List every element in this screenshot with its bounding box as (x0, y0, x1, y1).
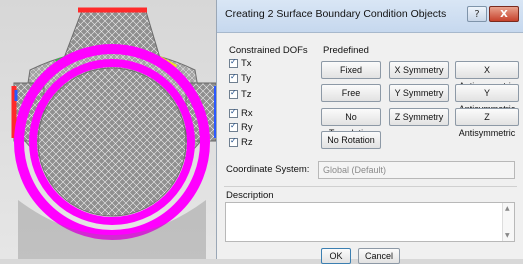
help-button[interactable]: ? (467, 6, 487, 22)
close-button[interactable]: X (489, 6, 519, 22)
dof-label: Tz (241, 89, 252, 100)
fixed-button[interactable]: Fixed (321, 61, 381, 79)
dof-checkbox-ty[interactable]: Ty (229, 72, 252, 84)
description-label: Description (226, 190, 274, 201)
checkbox-box[interactable] (229, 88, 238, 99)
x-antisymmetric-button[interactable]: X Antisymmetric (455, 61, 519, 91)
dof-checkbox-rz[interactable]: Rz (229, 136, 253, 148)
no-rotation-button[interactable]: No Rotation (321, 131, 381, 149)
y-symmetry-button[interactable]: Y Symmetry (389, 84, 449, 102)
dof-label: Rz (241, 137, 253, 148)
bore-mesh (37, 67, 187, 217)
checkbox-box[interactable] (229, 72, 238, 83)
mesh-model (11, 7, 218, 259)
ok-button[interactable]: OK (321, 248, 351, 264)
dof-label: Ty (241, 73, 252, 84)
boundary-condition-dialog: Creating 2 Surface Boundary Condition Ob… (216, 0, 523, 264)
coordinate-system-value: Global (Default) (323, 165, 387, 175)
dof-label: Ry (241, 122, 253, 133)
coordinate-system-field: Global (Default) (318, 161, 515, 179)
dialog-titlebar: Creating 2 Surface Boundary Condition Ob… (217, 0, 523, 33)
dialog-title: Creating 2 Surface Boundary Condition Ob… (225, 8, 447, 20)
dof-label: Tx (241, 58, 252, 69)
description-textarea[interactable]: ▲ ▼ (225, 202, 515, 242)
dof-checkbox-rx[interactable]: Rx (229, 107, 253, 119)
divider (224, 186, 517, 187)
scroll-down-icon[interactable]: ▼ (505, 232, 510, 239)
checkbox-box[interactable] (229, 57, 238, 68)
dof-label: Rx (241, 108, 253, 119)
description-scrollbar[interactable]: ▲ ▼ (502, 203, 514, 241)
no-translation-button[interactable]: No Translation (321, 108, 381, 138)
checkbox-box[interactable] (229, 121, 238, 132)
z-antisymmetric-button[interactable]: Z Antisymmetric (455, 108, 519, 138)
dof-checkbox-tx[interactable]: Tx (229, 57, 252, 69)
z-symmetry-button[interactable]: Z Symmetry (389, 108, 449, 126)
dof-checkbox-ry[interactable]: Ry (229, 121, 253, 133)
x-symmetry-button[interactable]: X Symmetry (389, 61, 449, 79)
3d-viewport[interactable] (0, 0, 224, 259)
y-antisymmetric-button[interactable]: Y Antisymmetric (455, 84, 519, 114)
cancel-button[interactable]: Cancel (358, 248, 400, 264)
checkbox-box[interactable] (229, 136, 238, 147)
constrained-dofs-label: Constrained DOFs (229, 45, 308, 56)
dof-checkbox-tz[interactable]: Tz (229, 88, 252, 100)
predefined-label: Predefined (323, 45, 369, 56)
scroll-up-icon[interactable]: ▲ (505, 205, 510, 212)
free-button[interactable]: Free (321, 84, 381, 102)
coordinate-system-label: Coordinate System: (226, 164, 310, 175)
checkbox-box[interactable] (229, 107, 238, 118)
